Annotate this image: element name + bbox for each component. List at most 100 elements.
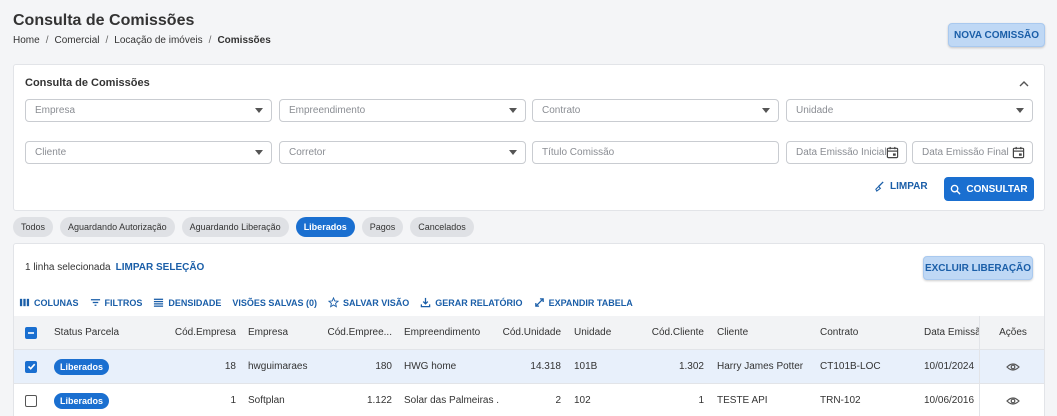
cod-empresa-cell: 1 (230, 395, 236, 406)
header-cod-empresa[interactable]: Cód.Empresa (164, 316, 236, 349)
breadcrumb-separator: / (105, 35, 109, 46)
chevron-up-icon[interactable] (1018, 78, 1030, 90)
breadcrumb-locacao[interactable]: Locação de imóveis (114, 35, 202, 46)
star-icon (328, 297, 340, 308)
nova-comissao-button[interactable]: NOVA COMISSÃO (948, 23, 1045, 47)
expandir-tabela-label: EXPANDIR TABELA (548, 297, 633, 308)
table-header: Status Parcela Cód.Empresa Empresa Cód.E… (14, 316, 1044, 350)
colunas-button[interactable]: COLUNAS (19, 297, 79, 308)
page-title: Consulta de Comissões (13, 12, 195, 29)
unidade-placeholder: Unidade (796, 105, 834, 116)
columns-icon (19, 298, 30, 307)
header-cod-unidade[interactable]: Cód.Unidade (498, 316, 561, 349)
excluir-liberacao-button[interactable]: EXCLUIR LIBERAÇÃO (923, 256, 1033, 280)
filtros-button[interactable]: FILTROS (90, 297, 142, 308)
cliente-cell: TESTE API (717, 395, 768, 406)
breadcrumb-home[interactable]: Home (13, 35, 40, 46)
breadcrumb-separator: / (45, 35, 49, 46)
status-badge: Liberados (54, 392, 110, 409)
header-empreendimento[interactable]: Empreendimento (404, 316, 499, 349)
cod-unidade-cell: 2 (555, 395, 561, 406)
row-checkbox[interactable] (25, 394, 37, 407)
status-badge: Liberados (54, 358, 110, 375)
visoes-salvas-button[interactable]: VISÕES SALVAS (0) (232, 297, 317, 308)
unidade-select[interactable]: Unidade (786, 99, 1033, 122)
corretor-select[interactable]: Corretor (279, 141, 526, 164)
header-cliente[interactable]: Cliente (717, 316, 812, 349)
caret-down-icon (762, 108, 770, 113)
table-row[interactable]: Liberados 1 Softplan 1.122 Solar das Pal… (14, 384, 1044, 416)
download-icon (420, 297, 431, 308)
cliente-select[interactable]: Cliente (25, 141, 272, 164)
empresa-cell: Softplan (248, 395, 285, 406)
filter-icon (90, 299, 100, 306)
cliente-cell: Harry James Potter (717, 361, 804, 372)
calendar-icon[interactable] (1012, 146, 1025, 159)
densidade-label: DENSIDADE (168, 297, 222, 308)
table-toolbar: COLUNAS FILTROS DENSIDADE VISÕES SALVAS … (19, 297, 633, 308)
header-contrato[interactable]: Contrato (820, 316, 910, 349)
titulo-comissao-input[interactable]: Título Comissão (532, 141, 779, 164)
header-cod-empreend[interactable]: Cód.Empree... (320, 316, 392, 349)
contrato-cell: TRN-102 (820, 395, 861, 406)
row-checkbox-cell (25, 350, 37, 383)
tab-aguardando-autorizacao[interactable]: Aguardando Autorização (60, 217, 175, 237)
data-emissao-inicial-input[interactable]: Data Emissão Inicial (786, 141, 907, 164)
select-all-checkbox[interactable] (25, 326, 37, 339)
salvar-visao-button[interactable]: SALVAR VISÃO (328, 297, 409, 308)
data-emissao-final-input[interactable]: Data Emissão Final (912, 141, 1033, 164)
acoes-cell (979, 350, 1044, 383)
status-tabs: Todos Aguardando Autorização Aguardando … (13, 217, 474, 237)
caret-down-icon (509, 108, 517, 113)
row-checkbox[interactable] (25, 360, 37, 373)
tab-cancelados[interactable]: Cancelados (410, 217, 474, 237)
broom-icon (875, 181, 884, 192)
filter-card-title: Consulta de Comissões (25, 77, 150, 89)
status-cell: Liberados (54, 350, 110, 383)
cod-empreend-cell: 1.122 (366, 395, 392, 406)
header-data-emissao[interactable]: Data Emissão (924, 316, 979, 349)
expandir-tabela-button[interactable]: EXPANDIR TABELA (534, 297, 633, 308)
tab-todos[interactable]: Todos (13, 217, 54, 237)
header-status[interactable]: Status Parcela (54, 316, 154, 349)
limpar-selecao-link[interactable]: LIMPAR SELEÇÃO (116, 262, 205, 273)
tab-aguardando-liberacao[interactable]: Aguardando Liberação (181, 217, 289, 237)
limpar-label: LIMPAR (890, 181, 928, 192)
cod-empresa-cell: 18 (224, 361, 236, 372)
empresa-cell: hwguimaraes (248, 361, 308, 372)
empresa-placeholder: Empresa (35, 105, 76, 116)
limpar-button[interactable]: LIMPAR (874, 181, 928, 192)
eye-icon[interactable] (1006, 396, 1020, 406)
cod-unidade-cell: 14.318 (530, 361, 561, 372)
header-empresa[interactable]: Empresa (248, 316, 318, 349)
tab-liberados[interactable]: Liberados (295, 217, 355, 237)
contrato-placeholder: Contrato (542, 105, 581, 116)
corretor-placeholder: Corretor (289, 147, 326, 158)
breadcrumb-separator: / (208, 35, 212, 46)
empresa-select[interactable]: Empresa (25, 99, 272, 122)
cliente-placeholder: Cliente (35, 147, 67, 158)
calendar-icon[interactable] (886, 146, 899, 159)
status-cell: Liberados (54, 384, 110, 416)
selection-count: 1 linha selecionada (25, 262, 111, 273)
eye-icon[interactable] (1006, 362, 1020, 372)
empreendimento-placeholder: Empreendimento (289, 105, 366, 116)
table-row[interactable]: Liberados 18 hwguimaraes 180 HWG home 14… (14, 350, 1044, 384)
header-unidade[interactable]: Unidade (574, 316, 634, 349)
header-cod-cliente[interactable]: Cód.Cliente (634, 316, 704, 349)
gerar-relatorio-button[interactable]: GERAR RELATÓRIO (420, 297, 523, 308)
contrato-select[interactable]: Contrato (532, 99, 779, 122)
cod-empreend-cell: 180 (375, 361, 392, 372)
header-acoes: Ações (979, 316, 1044, 349)
acoes-cell (979, 384, 1044, 416)
results-card: 1 linha selecionada LIMPAR SELEÇÃO EXCLU… (13, 243, 1045, 416)
cod-cliente-cell: 1.302 (678, 361, 704, 372)
salvar-visao-label: SALVAR VISÃO (343, 297, 410, 308)
breadcrumb-comercial[interactable]: Comercial (54, 35, 99, 46)
densidade-button[interactable]: DENSIDADE (153, 297, 221, 308)
consultar-button[interactable]: CONSULTAR (944, 177, 1034, 201)
colunas-label: COLUNAS (34, 297, 79, 308)
empreendimento-select[interactable]: Empreendimento (279, 99, 526, 122)
data-emissao-final-placeholder: Data Emissão Final (922, 147, 1009, 158)
tab-pagos[interactable]: Pagos (361, 217, 404, 237)
